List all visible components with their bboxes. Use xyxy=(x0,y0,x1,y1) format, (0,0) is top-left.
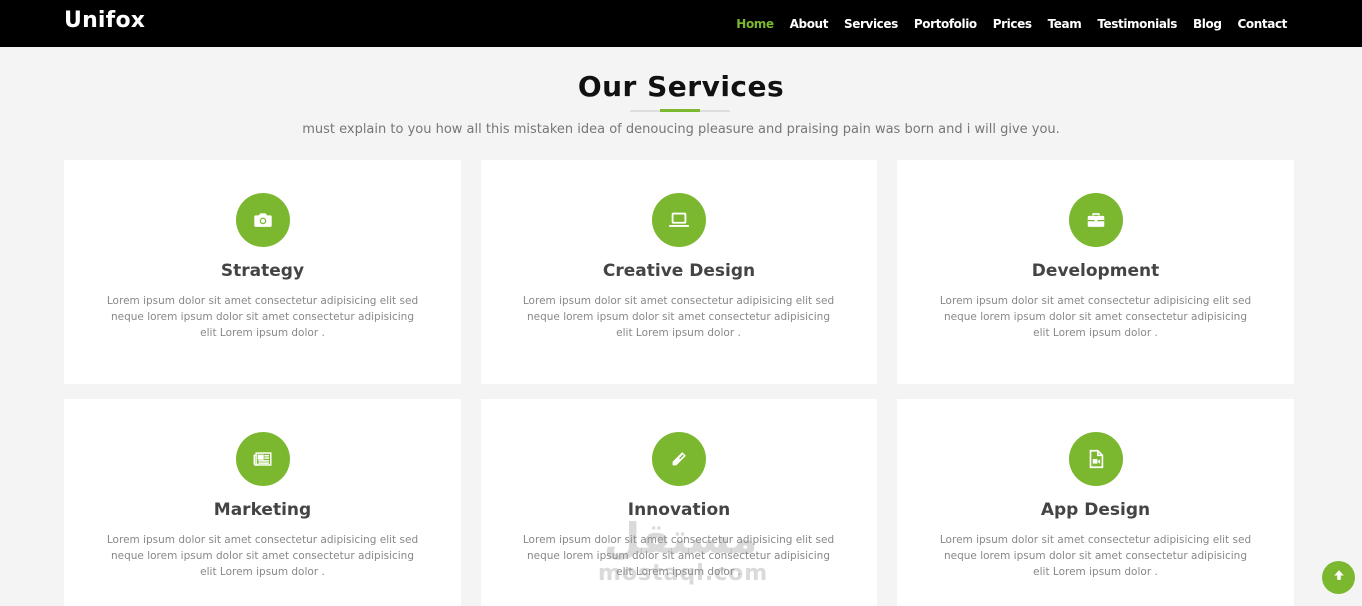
nav-home[interactable]: Home xyxy=(736,17,774,31)
nav-team[interactable]: Team xyxy=(1048,17,1082,31)
service-description: Lorem ipsum dolor sit amet consectetur a… xyxy=(522,295,835,339)
title-divider xyxy=(630,109,730,112)
service-description: Lorem ipsum dolor sit amet consectetur a… xyxy=(106,295,419,339)
service-description: Lorem ipsum dolor sit amet consectetur a… xyxy=(106,534,419,578)
service-title: Strategy xyxy=(220,261,305,281)
nav-contact[interactable]: Contact xyxy=(1238,17,1288,31)
main-nav: Home About Services Portofolio Prices Te… xyxy=(736,0,1287,47)
service-title: App Design xyxy=(1040,500,1151,520)
service-title: Creative Design xyxy=(602,261,756,281)
nav-prices[interactable]: Prices xyxy=(993,17,1032,31)
newspaper-icon xyxy=(235,432,290,486)
laptop-icon xyxy=(652,193,706,247)
service-title: Marketing xyxy=(213,500,312,520)
nav-testimonials[interactable]: Testimonials xyxy=(1097,17,1177,31)
service-description: Lorem ipsum dolor sit amet consectetur a… xyxy=(939,534,1252,578)
service-card-creative-design: Creative Design Lorem ipsum dolor sit am… xyxy=(481,160,877,384)
service-description: Lorem ipsum dolor sit amet consectetur a… xyxy=(939,295,1252,339)
service-title: Development xyxy=(1031,261,1160,281)
section-subtitle: must explain to you how all this mistake… xyxy=(302,122,1060,137)
briefcase-icon xyxy=(1068,193,1123,247)
service-card-development: Development Lorem ipsum dolor sit amet c… xyxy=(897,160,1294,384)
service-card-marketing: Marketing Lorem ipsum dolor sit amet con… xyxy=(64,399,461,606)
watermark-arabic: مستقل xyxy=(603,514,758,563)
watermark-latin: mostaql.com xyxy=(598,561,769,586)
section-title: Our Services xyxy=(577,70,785,103)
nav-portofolio[interactable]: Portofolio xyxy=(914,17,977,31)
nav-services[interactable]: Services xyxy=(844,17,898,31)
video-file-icon xyxy=(1068,432,1123,486)
nav-blog[interactable]: Blog xyxy=(1193,17,1222,31)
service-card-app-design: App Design Lorem ipsum dolor sit amet co… xyxy=(897,399,1294,606)
top-navbar: Unifox Home About Services Portofolio Pr… xyxy=(0,0,1362,47)
pencil-icon xyxy=(652,432,706,486)
nav-about[interactable]: About xyxy=(790,17,829,31)
service-card-strategy: Strategy Lorem ipsum dolor sit amet cons… xyxy=(64,160,461,384)
title-divider-accent xyxy=(660,109,700,112)
camera-icon xyxy=(235,193,290,247)
scroll-to-top-button[interactable] xyxy=(1322,561,1355,594)
arrow-up-icon xyxy=(1332,568,1346,587)
brand-logo[interactable]: Unifox xyxy=(64,8,145,33)
watermark: مستقل mostaql.com xyxy=(598,514,769,595)
